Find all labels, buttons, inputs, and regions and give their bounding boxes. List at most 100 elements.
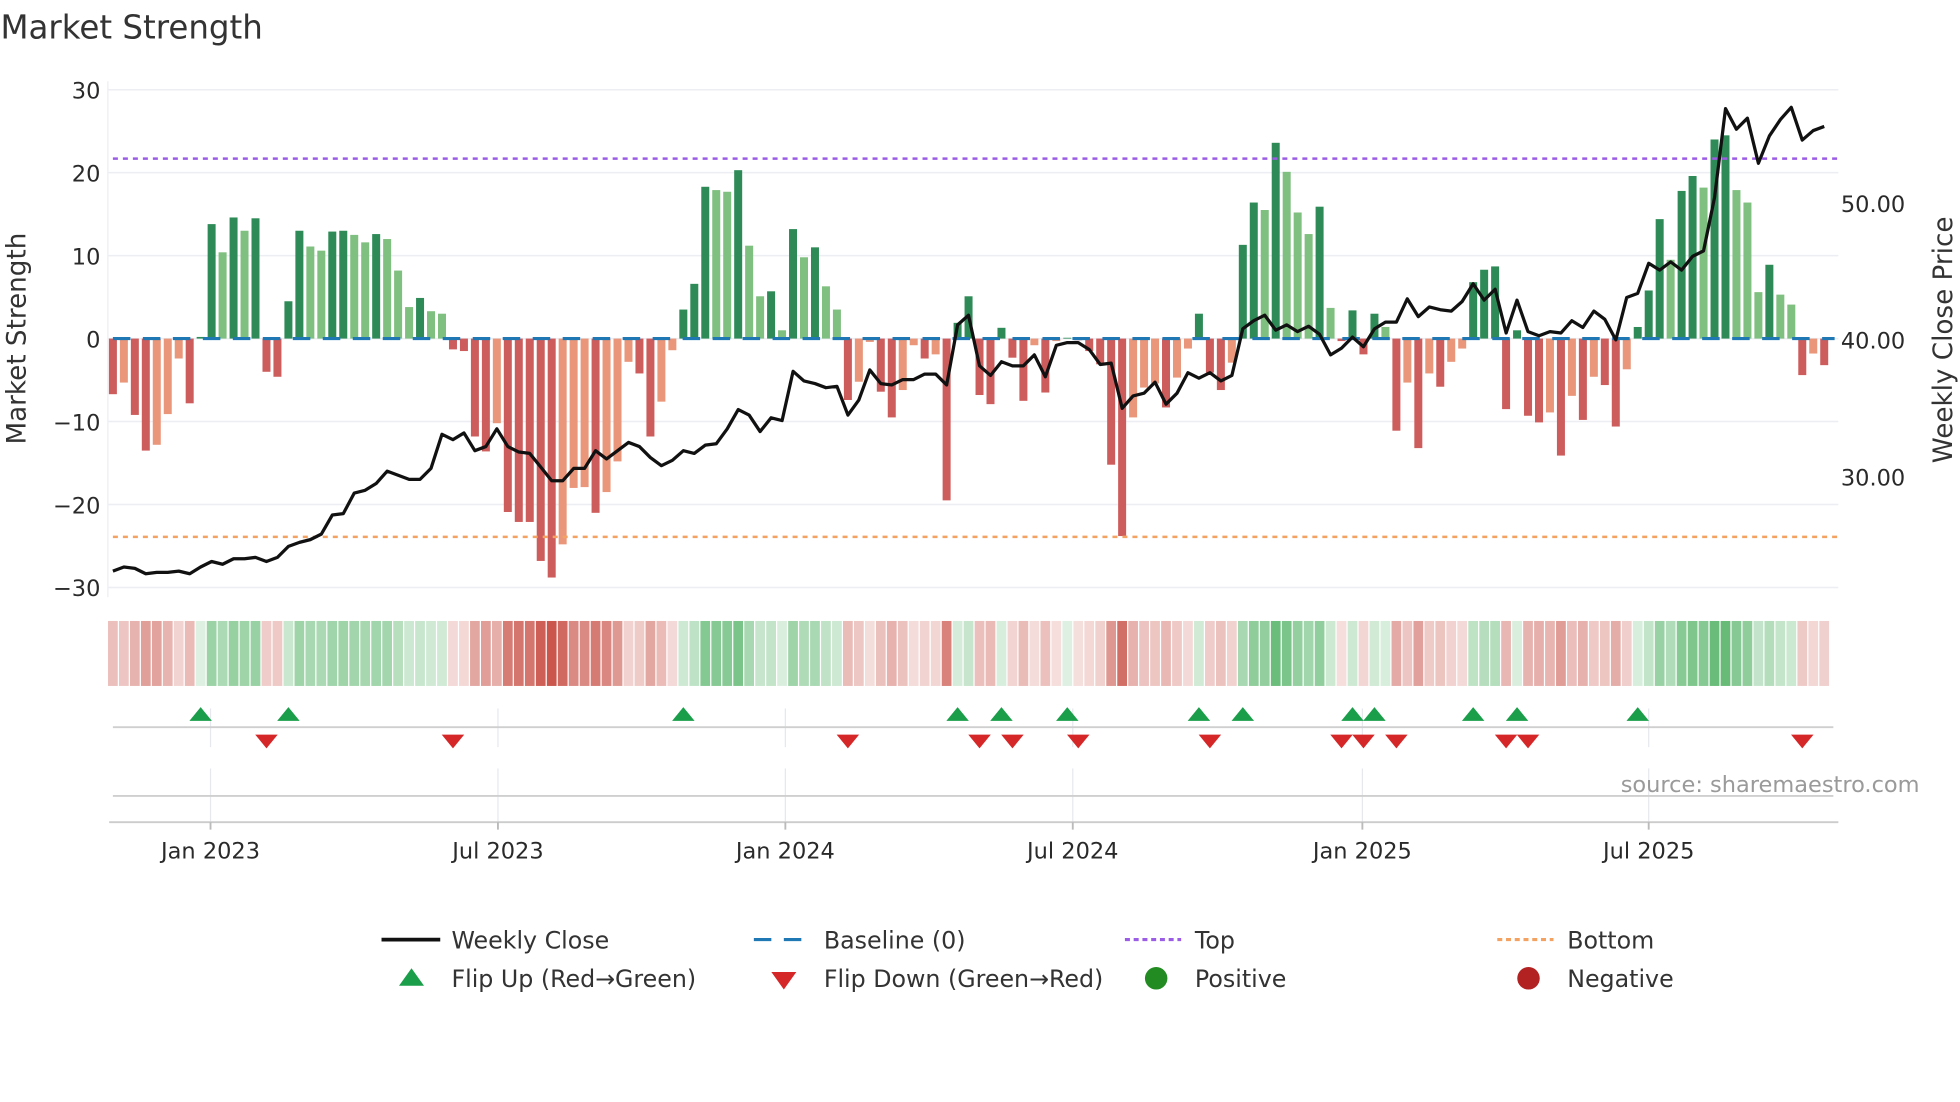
flip-down-marker [1352, 734, 1375, 749]
y-tick-label: −20 [53, 493, 100, 519]
heat-cell [886, 620, 897, 686]
legend-item-negative: Negative [1517, 965, 1674, 993]
strength-bar [1151, 338, 1160, 384]
x-tick-label: Jan 2025 [1311, 838, 1412, 864]
heat-cell [678, 620, 689, 686]
strength-bar [1271, 142, 1280, 339]
legend-label: Flip Down (Green→Red) [824, 965, 1103, 993]
strength-bar [800, 257, 809, 339]
strength-bar [1776, 294, 1785, 339]
legend-item-flip_up: Flip Up (Red→Green) [399, 965, 696, 993]
strength-bar [646, 338, 655, 437]
heat-cell [667, 620, 678, 686]
strength-bar [1754, 292, 1763, 339]
heat-cell [864, 620, 875, 686]
flip-down-marker [836, 734, 860, 749]
heat-cell [908, 620, 919, 686]
strength-bar [1326, 307, 1335, 339]
strength-bar [448, 338, 457, 350]
heat-cell [919, 620, 930, 686]
heat-cell [985, 620, 996, 686]
flip-down-marker [1067, 734, 1090, 749]
heat-cell [1084, 620, 1095, 686]
heat-cell [349, 620, 360, 686]
chart-title: Market Strength [0, 9, 262, 47]
heat-cell [1501, 620, 1511, 686]
strength-bar [920, 338, 929, 359]
strength-bar [1315, 206, 1324, 339]
y-tick-label: 10 [72, 244, 101, 270]
strength-bar [119, 338, 128, 383]
x-axis: Jan 2023 Jul 2023 Jan 2024 Jul 2024 Jan 2025… [109, 821, 1839, 864]
y-axis-label: Market Strength [2, 233, 32, 445]
strength-bar [1293, 212, 1302, 339]
heat-cell [590, 620, 601, 686]
y-tick-label: 30 [72, 78, 101, 104]
strength-bar [1666, 259, 1675, 339]
strength-bar [668, 338, 677, 351]
legend-label: Baseline (0) [824, 926, 966, 954]
strength-bar [1414, 338, 1423, 449]
legend-item-close: Weekly Close [381, 926, 609, 954]
flip-up-marker [1231, 707, 1255, 721]
strength-bar [514, 338, 523, 522]
heat-cell [502, 620, 513, 686]
strength-bar [536, 338, 545, 561]
legend-label: Flip Up (Red→Green) [451, 965, 696, 993]
strength-bar [1644, 290, 1653, 339]
flip-up-marker [672, 707, 695, 721]
x-tick-label: Jan 2024 [734, 838, 835, 864]
flip-up-marker [1187, 707, 1211, 721]
heat-cell [1676, 620, 1687, 686]
flip-down-marker [1791, 734, 1814, 749]
heat-cell [1248, 620, 1259, 686]
strength-bar [361, 242, 370, 339]
flip-up-marker [990, 707, 1013, 721]
legend-item-bottom: Bottom [1497, 926, 1654, 954]
strength-bar [1348, 310, 1357, 339]
source-credit: source: sharemaestro.com [1621, 772, 1920, 798]
strength-bar [1545, 338, 1554, 413]
flip-up-marker [1056, 707, 1079, 721]
heat-cell [491, 620, 502, 686]
flip-up-marker [946, 707, 969, 721]
strength-bar [437, 313, 446, 339]
strength-bar [1403, 338, 1412, 383]
flip-up-marker [277, 707, 300, 721]
heat-cell [1369, 620, 1380, 686]
heat-cell [1610, 620, 1621, 686]
heat-cell [1709, 620, 1720, 686]
strength-bar [1194, 313, 1203, 339]
heat-cell [1490, 620, 1500, 686]
strength-bar [745, 245, 754, 339]
heat-cell [1578, 620, 1588, 686]
heat-cell [1819, 620, 1830, 686]
flip-down-marker [1494, 734, 1518, 749]
heat-cell [1797, 620, 1808, 686]
heat-cell [1654, 620, 1665, 686]
heat-cell [1523, 620, 1533, 686]
heat-cell [1314, 620, 1325, 686]
strength-bar [492, 338, 501, 424]
strength-bar [207, 224, 216, 339]
heat-cell [1808, 620, 1819, 686]
strength-bar [185, 338, 194, 404]
strength-bar [843, 338, 852, 400]
heat-cell [1786, 620, 1797, 686]
strength-bar [108, 338, 117, 395]
strength-bar [997, 327, 1006, 339]
y-tick-label: −10 [53, 410, 100, 436]
heat-cell [316, 620, 327, 686]
strength-bar [1008, 338, 1017, 358]
heat-cell [261, 620, 272, 686]
heat-cell [1215, 620, 1226, 686]
y-axis-ticks: 30 20 10 0 −10 −20 −30 [53, 78, 100, 602]
flip-down-marker [1001, 734, 1024, 749]
heat-cell [546, 620, 557, 686]
heat-cell [1281, 620, 1292, 686]
heat-cell [1621, 620, 1632, 686]
strength-bar [416, 297, 425, 339]
heat-cell [448, 620, 458, 686]
strength-bar [1392, 338, 1401, 431]
heat-cell [1413, 620, 1424, 686]
